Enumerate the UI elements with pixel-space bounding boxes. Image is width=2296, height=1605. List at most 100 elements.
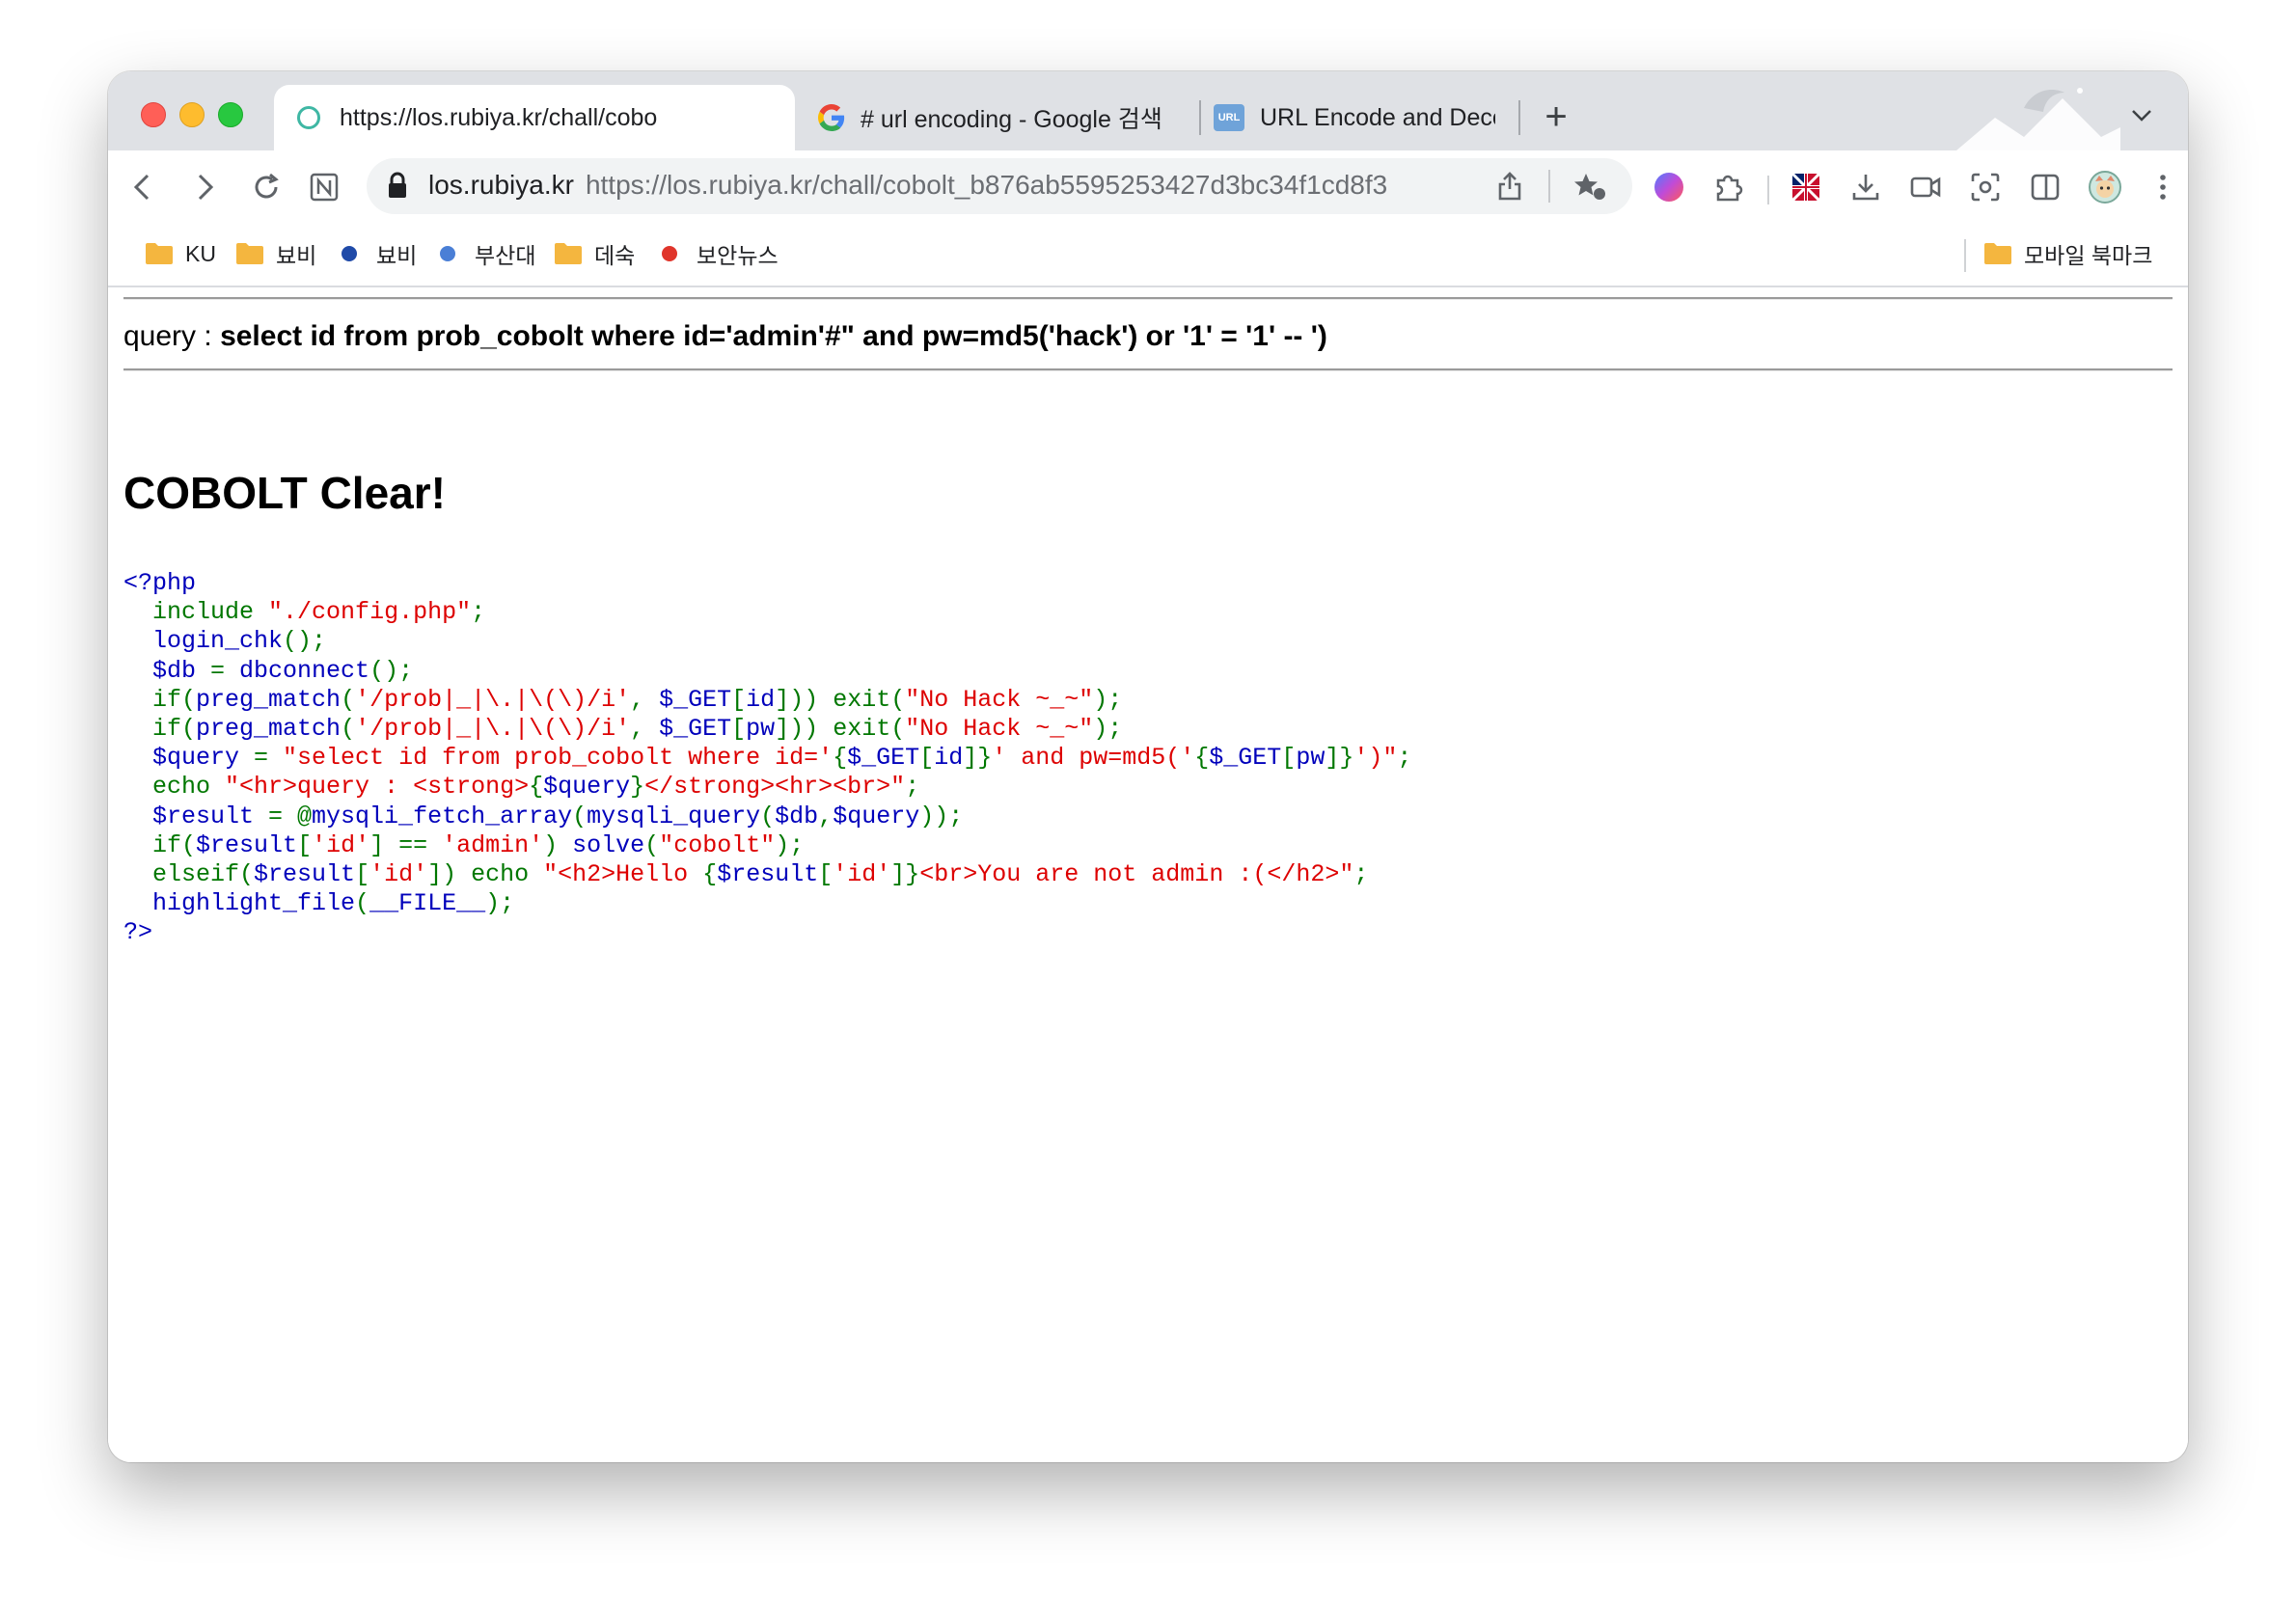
tab-title: https://los.rubiya.kr/chall/cobo xyxy=(340,103,658,131)
bookmark-folder-ku[interactable]: KU xyxy=(145,237,216,270)
code-line: if(preg_match('/prob|_|\.|\(\)/i', $_GET… xyxy=(123,715,1411,744)
code-token: = xyxy=(210,656,240,685)
chrome-menu-button[interactable] xyxy=(2142,166,2184,208)
code-token: [ xyxy=(818,860,834,889)
code-token: <?php xyxy=(123,569,197,597)
plus-icon: + xyxy=(1544,95,1568,138)
query-text: select id from prob_cobolt where id='adm… xyxy=(220,320,1327,352)
code-token: $result xyxy=(123,802,269,830)
bookmarks-separator xyxy=(1964,239,1966,272)
share-icon xyxy=(1498,172,1521,201)
bookmark-label: 모바일 북마크 xyxy=(2024,243,2153,268)
mobile-bookmarks-folder[interactable]: 모바일 북마크 xyxy=(1983,237,2152,270)
side-panel-icon xyxy=(2031,174,2060,201)
minimize-window-button[interactable] xyxy=(179,102,205,127)
bookmark-byobi[interactable]: 뵤비 xyxy=(334,237,417,270)
code-token: echo xyxy=(152,773,226,802)
code-token: ?> xyxy=(123,918,153,947)
share-button[interactable] xyxy=(1490,166,1530,206)
tab-cobolt[interactable]: https://los.rubiya.kr/chall/cobo xyxy=(274,85,795,150)
code-token: highlight_file xyxy=(123,889,356,918)
url-icon: URL xyxy=(1214,104,1244,131)
back-button[interactable] xyxy=(120,164,166,210)
folder-icon xyxy=(236,243,263,264)
bookmark-security-news[interactable]: 보안뉴스 xyxy=(654,237,779,270)
profile-button[interactable] xyxy=(2084,166,2126,208)
tab-title: # url encoding - Google 검색 xyxy=(861,106,1162,133)
translate-extension-button[interactable] xyxy=(1785,166,1827,208)
site-dot-icon xyxy=(342,246,357,261)
address-bar[interactable]: los.rubiya.kr https://los.rubiya.kr/chall… xyxy=(367,158,1632,214)
bookmark-star-button[interactable] xyxy=(1569,166,1611,206)
code-token: [ xyxy=(731,685,747,714)
code-token: [ xyxy=(355,860,370,889)
tab-search-button[interactable] xyxy=(2122,96,2161,135)
code-token: $result xyxy=(254,860,356,889)
reload-icon xyxy=(255,173,279,199)
code-token: ( xyxy=(760,802,776,830)
folder-icon xyxy=(1984,243,2011,264)
code-token: { xyxy=(833,744,848,773)
capture-icon xyxy=(1971,173,2000,202)
code-token: ]} xyxy=(890,860,920,889)
code-token: $query xyxy=(833,802,920,830)
code-token: ]} xyxy=(963,744,993,773)
code-token: '/prob|_|\.|\(\)/i' xyxy=(355,685,631,714)
php-source-code: <?php include "./config.php"; login_chk(… xyxy=(123,569,1411,948)
tab-url-encode[interactable]: URL URL Encode and Decode - Onl xyxy=(1214,85,1503,150)
downloads-button[interactable] xyxy=(1845,166,1887,208)
code-token: (); xyxy=(283,627,327,656)
page-content: query : select id from prob_cobolt where… xyxy=(108,287,2188,1462)
code-token: = xyxy=(254,744,284,773)
code-token: $db xyxy=(775,802,819,830)
code-line: ?> xyxy=(123,918,1411,947)
code-token: ); xyxy=(485,889,515,918)
code-token: id xyxy=(746,685,776,714)
code-token: = @ xyxy=(268,802,313,830)
screenshot-button[interactable] xyxy=(1964,166,2007,208)
browser-window: https://los.rubiya.kr/chall/cobo # url e… xyxy=(108,71,2188,1462)
url-full: https://los.rubiya.kr/chall/cobolt_b876a… xyxy=(585,170,1388,200)
color-extension-button[interactable] xyxy=(1648,166,1690,208)
side-panel-button[interactable] xyxy=(2024,166,2066,208)
code-line: $db = dbconnect(); xyxy=(123,657,1411,686)
notion-icon xyxy=(310,173,339,202)
code-token: ); xyxy=(775,830,805,859)
close-window-button[interactable] xyxy=(141,102,166,127)
bookmark-folder-byobi[interactable]: 뵤비 xyxy=(235,237,316,270)
code-token: ; xyxy=(1397,744,1412,773)
loading-circle-icon xyxy=(295,104,322,131)
bookmark-busan[interactable]: 부산대 xyxy=(432,237,535,270)
tab-google-search[interactable]: # url encoding - Google 검색 xyxy=(818,85,1185,150)
new-tab-button[interactable]: + xyxy=(1532,93,1580,141)
extensions-button[interactable] xyxy=(1708,166,1750,208)
code-token: ])) exit( xyxy=(775,685,906,714)
tab-title: URL Encode and Decode - Onl xyxy=(1260,103,1495,131)
code-token: $query xyxy=(543,773,631,802)
forward-button[interactable] xyxy=(181,164,228,210)
code-token: if( xyxy=(152,830,197,859)
maximize-window-button[interactable] xyxy=(218,102,243,127)
screen-record-button[interactable] xyxy=(1904,166,1947,208)
notion-extension-button[interactable] xyxy=(301,164,347,210)
code-token: ( xyxy=(572,802,588,830)
code-token: pw xyxy=(1296,744,1326,773)
code-token: if( xyxy=(152,685,197,714)
code-line: if($result['id'] == 'admin') solve("cobo… xyxy=(123,831,1411,860)
code-token: 'id' xyxy=(369,860,428,889)
reload-button[interactable] xyxy=(243,164,289,210)
code-token: "<h2>Hello xyxy=(543,860,703,889)
code-token: ] == xyxy=(369,830,443,859)
code-token: ; xyxy=(905,773,920,802)
code-token: ( xyxy=(341,685,356,714)
download-icon xyxy=(1852,175,1879,201)
code-token: ); xyxy=(1093,715,1123,744)
back-arrow-icon xyxy=(133,174,150,201)
code-token: ])) exit( xyxy=(775,715,906,744)
code-token: preg_match xyxy=(196,685,342,714)
bookmark-folder-desuk[interactable]: 데숙 xyxy=(554,237,635,270)
horizontal-rule xyxy=(123,368,2173,371)
